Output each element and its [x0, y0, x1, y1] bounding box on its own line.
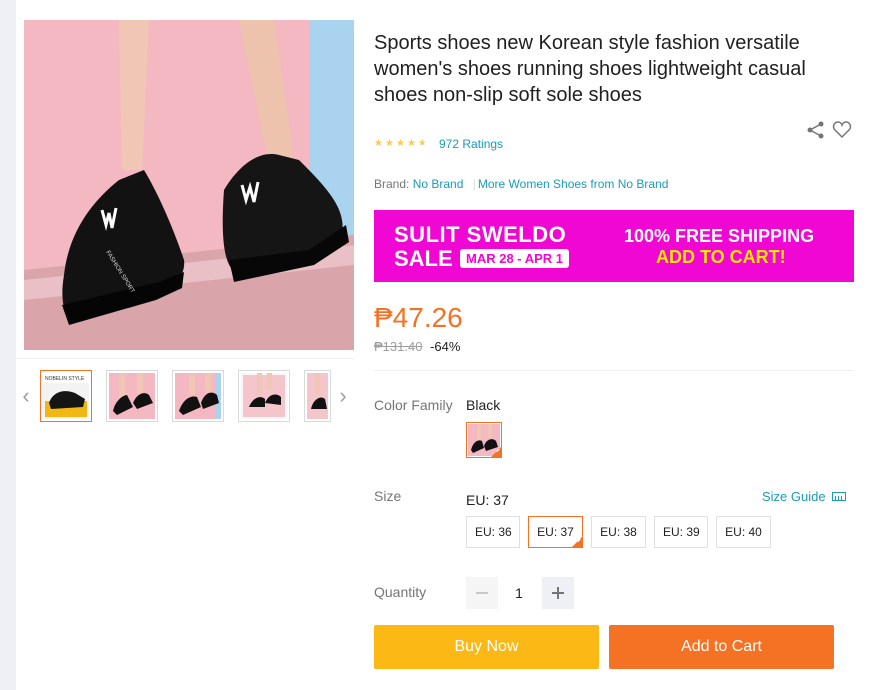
size-label: Size [374, 488, 402, 504]
brand-row: Brand: No Brand | More Women Shoes from N… [374, 177, 668, 191]
banner-line2: SALE [394, 246, 453, 271]
banner-line1: SULIT SWELDO [394, 222, 567, 247]
more-from-brand-link[interactable]: More Women Shoes from No Brand [478, 177, 669, 191]
price-divider [374, 370, 854, 371]
plus-icon [552, 587, 564, 599]
current-price: ₱47.26 [374, 302, 463, 333]
chevron-left-icon[interactable]: ‹ [18, 384, 34, 408]
add-to-cart-button[interactable]: Add to Cart [609, 625, 834, 669]
heart-icon[interactable] [832, 120, 852, 140]
ratings-link[interactable]: 972 Ratings [439, 137, 503, 151]
banner-dates: MAR 28 - APR 1 [460, 249, 570, 268]
star-icon: ★ [385, 138, 394, 149]
color-family-label: Color Family [374, 397, 453, 413]
ruler-icon [831, 492, 846, 501]
discount-percent: -64% [430, 339, 461, 354]
gallery-divider [16, 358, 354, 359]
buy-now-button[interactable]: Buy Now [374, 625, 599, 669]
share-icon[interactable] [806, 120, 826, 140]
product-title: Sports shoes new Korean style fashion ve… [374, 32, 806, 106]
quantity-increase-button[interactable] [542, 577, 574, 609]
banner-shipping: 100% FREE SHIPPING [624, 226, 815, 246]
quantity-decrease-button[interactable] [466, 577, 498, 609]
thumbnail-1[interactable]: NOBELIN STYLE [40, 370, 92, 422]
star-half-icon: ★ [418, 138, 429, 150]
thumbnail-3[interactable] [172, 370, 224, 422]
size-option-37-label: EU: 37 [537, 525, 574, 539]
chevron-right-icon[interactable]: › [335, 384, 351, 408]
original-price-row: ₱131.40 -64% [374, 339, 460, 354]
color-family-value: Black [466, 397, 501, 413]
main-product-image[interactable]: FASHION SPORT [24, 20, 354, 350]
size-guide-link[interactable]: Size Guide [762, 489, 846, 504]
selected-check-icon [491, 447, 501, 457]
size-value: EU: 37 [466, 492, 509, 508]
star-icon: ★ [374, 138, 383, 149]
rating-row: ★ ★ ★ ★ ★ 972 Ratings [374, 137, 503, 151]
size-option-39[interactable]: EU: 39 [654, 516, 708, 548]
thumb-label-text: NOBELIN STYLE [45, 376, 85, 382]
minus-icon [476, 592, 488, 594]
quantity-label: Quantity [374, 584, 427, 600]
selected-check-icon [572, 537, 582, 547]
brand-link[interactable]: No Brand [413, 177, 464, 191]
star-icon: ★ [407, 138, 416, 149]
thumbnail-2[interactable] [106, 370, 158, 422]
brand-separator: | [472, 177, 476, 191]
size-option-36[interactable]: EU: 36 [466, 516, 520, 548]
original-price: ₱131.40 [374, 339, 423, 354]
size-option-40[interactable]: EU: 40 [716, 516, 771, 548]
quantity-input[interactable]: 1 [498, 577, 540, 609]
rating-stars: ★ ★ ★ ★ ★ [374, 138, 429, 150]
promo-banner[interactable]: SULIT SWELDO SALE MAR 28 - APR 1 100% FR… [374, 210, 854, 282]
color-swatch-black[interactable] [466, 422, 502, 458]
brand-label: Brand: [374, 177, 410, 191]
thumbnail-5[interactable] [304, 370, 331, 422]
star-icon: ★ [396, 138, 405, 149]
size-option-37[interactable]: EU: 37 [528, 516, 583, 548]
banner-cta: ADD TO CART! [656, 247, 786, 267]
thumbnail-4[interactable] [238, 370, 290, 422]
size-guide-text: Size Guide [762, 489, 826, 504]
size-option-38[interactable]: EU: 38 [591, 516, 646, 548]
